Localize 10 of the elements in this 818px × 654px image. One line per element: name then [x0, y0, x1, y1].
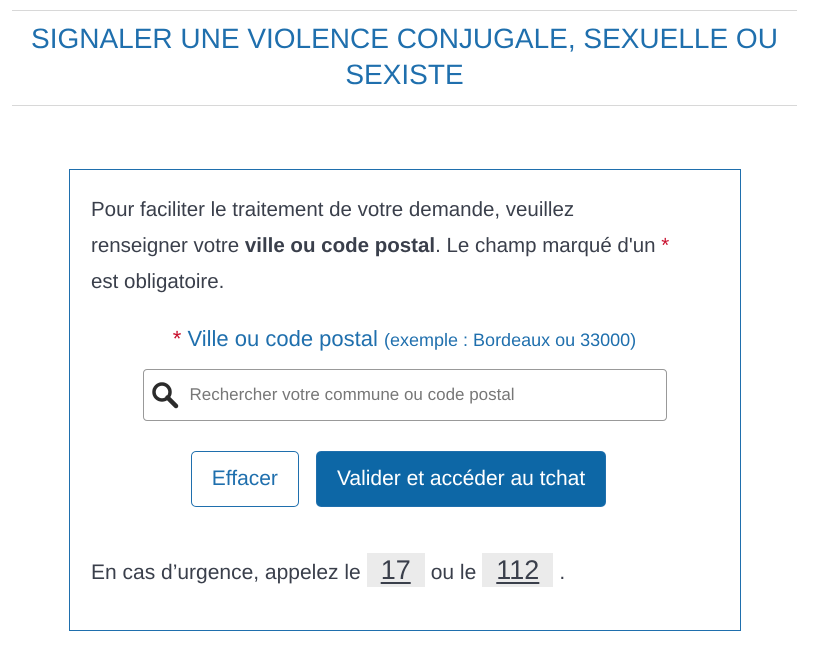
submit-button[interactable]: Valider et accéder au tchat [316, 451, 606, 507]
search-icon [150, 381, 178, 409]
intro-paragraph: Pour faciliter le traitement de votre demande, veuillez renseigner votre ville ou code postal. Le champ marqué d'un * est obligatoire. [91, 197, 670, 295]
search-field[interactable]: Rechercher votre commune ou code postal [142, 369, 666, 421]
clear-button[interactable]: Effacer [190, 451, 299, 507]
phone-link[interactable]: 112 [482, 553, 554, 587]
emergency-notice: En cas d’urgence, appelez le 17 ou le 112 . [91, 553, 566, 589]
field-label: * Ville ou code postal (exemple : Bordeaux ou 33000) [172, 325, 638, 353]
page-title: SIGNALER UNE VIOLENCE CONJUGALE, SEXUELLE OU SEXISTE [12, 10, 797, 106]
phone-link[interactable]: 17 [366, 553, 425, 587]
